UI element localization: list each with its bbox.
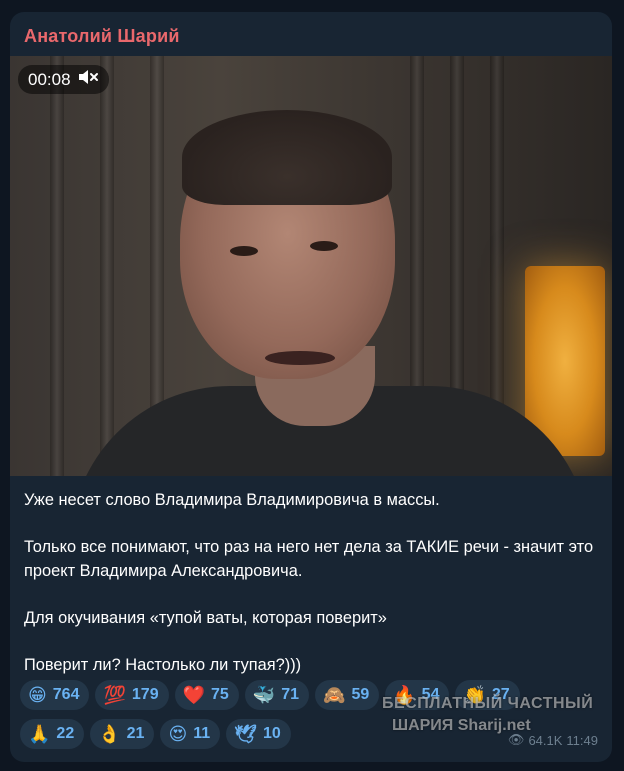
- author-name[interactable]: Анатолий Шарий: [24, 26, 180, 47]
- message-paragraph: Поверит ли? Настолько ли тупая?))): [24, 655, 302, 674]
- video-timer[interactable]: 00:08: [18, 65, 109, 94]
- reaction-dove[interactable]: 🕊 10: [226, 719, 291, 749]
- muted-speaker-icon[interactable]: [77, 68, 99, 91]
- reaction-hundred[interactable]: 💯 179: [95, 680, 169, 710]
- person-eye: [230, 246, 258, 256]
- reaction-monkey[interactable]: 🙈 59: [315, 680, 380, 710]
- reaction-count: 21: [126, 725, 145, 742]
- reaction-whale[interactable]: 🐳 71: [244, 680, 310, 710]
- message-paragraph: Для окучивания «тупой ваты, которая пове…: [24, 608, 387, 627]
- video-timer-label: 00:08: [28, 69, 71, 89]
- message-card: Анатолий Шарий 00:08 Уже несет слово Вла…: [10, 12, 612, 762]
- message-text: Уже несет слово Владимира Владимировича …: [24, 489, 604, 677]
- hundred-emoji-icon: 💯: [103, 685, 126, 705]
- heart-eyes-emoji-icon: 😍: [168, 724, 188, 744]
- reaction-count: 71: [281, 686, 300, 703]
- person-hair: [182, 110, 392, 205]
- reaction-count: 11: [193, 725, 211, 742]
- watermark-line: БЕСПЛАТНЫЙ ЧАСТНЫЙ: [382, 695, 594, 712]
- reaction-count: 75: [211, 686, 229, 703]
- reaction-grin[interactable]: 😁 764: [20, 680, 90, 710]
- heart-emoji-icon: ❤️: [182, 685, 206, 705]
- monkey-emoji-icon: 🙈: [323, 685, 346, 705]
- reaction-heart[interactable]: ❤️ 75: [174, 680, 239, 710]
- grin-emoji-icon: 😁: [28, 685, 47, 705]
- reaction-pray[interactable]: 🙏 22: [20, 719, 85, 749]
- reaction-count: 764: [52, 686, 80, 703]
- person-mouth: [265, 351, 335, 365]
- reaction-count: 22: [56, 725, 75, 742]
- ok-hand-emoji-icon: 👌: [98, 724, 121, 744]
- video-player[interactable]: 00:08: [10, 56, 612, 476]
- whale-emoji-icon: 🐳: [252, 685, 276, 705]
- reaction-heart-eyes[interactable]: 😍 11: [160, 719, 221, 749]
- reaction-count: 59: [351, 686, 370, 703]
- message-paragraph: Только все понимают, что раз на него нет…: [24, 538, 594, 580]
- reaction-ok[interactable]: 👌 21: [90, 719, 155, 749]
- person-eye: [310, 241, 338, 251]
- watermark-line: ШАРИЯ Sharij.net: [392, 717, 531, 734]
- reaction-count: 179: [131, 686, 159, 703]
- pray-emoji-icon: 🙏: [28, 724, 51, 744]
- watermark: БЕСПЛАТНЫЙ ЧАСТНЫЙ ШАРИЯ Sharij.net: [382, 695, 612, 735]
- dove-emoji-icon: 🕊: [234, 724, 257, 744]
- reaction-count: 10: [262, 725, 281, 742]
- message-paragraph: Уже несет слово Владимира Владимировича …: [24, 491, 440, 509]
